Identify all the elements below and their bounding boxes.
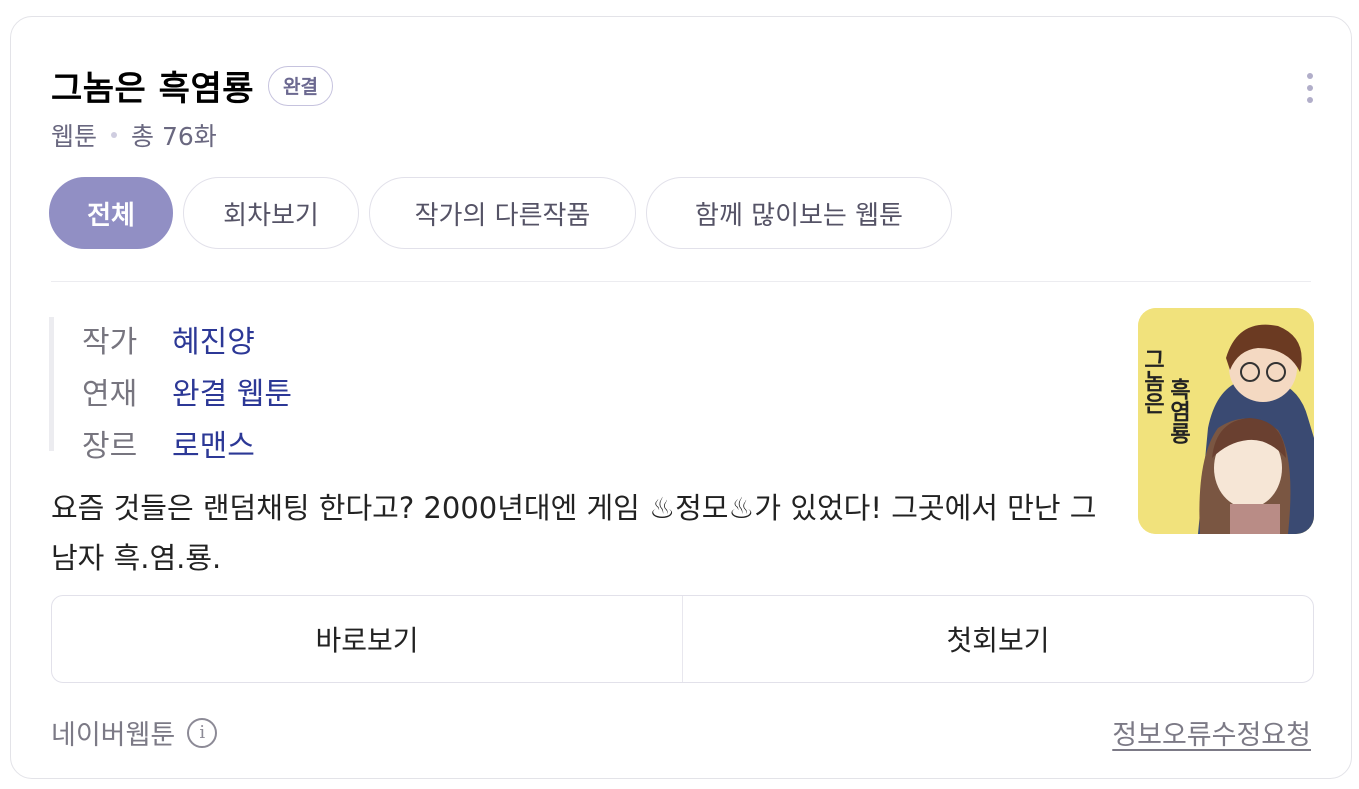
tab-also-viewed[interactable]: 함께 많이보는 웹툰 [646, 177, 952, 249]
divider [51, 281, 1311, 282]
info-label: 장르 [82, 429, 138, 464]
tab-episodes[interactable]: 회차보기 [183, 177, 359, 249]
report-error-link[interactable]: 정보오류수정요청 [1112, 713, 1311, 752]
title-row: 그놈은 흑염룡 완결 [51, 61, 333, 110]
source-name: 네이버웹툰 [51, 720, 176, 751]
first-episode-button[interactable]: 첫회보기 [682, 596, 1313, 682]
read-now-button[interactable]: 바로보기 [52, 596, 682, 682]
info-icon[interactable]: i [187, 717, 218, 748]
meta-separator [111, 132, 118, 138]
content-type: 웹툰 [51, 122, 98, 151]
episode-count: 총 76화 [131, 122, 217, 151]
page-title[interactable]: 그놈은 흑염룡 [51, 61, 254, 110]
source-label: 네이버웹툰 i [51, 713, 218, 752]
author-link[interactable]: 혜진양 [172, 317, 255, 361]
info-label: 작가 [82, 325, 138, 360]
more-options-icon[interactable] [1305, 73, 1315, 103]
genre-link[interactable]: 로맨스 [172, 421, 255, 465]
info-row-genre: 장르 로맨스 [82, 421, 255, 465]
cover-thumbnail[interactable]: 그놈은 흑염룡 [1138, 308, 1314, 534]
webtoon-card: 그놈은 흑염룡 완결 웹툰 총 76화 전체 회차보기 작가의 다른작품 함께 … [10, 16, 1352, 779]
synopsis: 요즘 것들은 랜덤채팅 한다고? 2000년대엔 게임 ♨정모♨가 있었다! 그… [51, 491, 1097, 575]
tab-all[interactable]: 전체 [49, 177, 173, 249]
serial-link[interactable]: 완결 웹툰 [172, 369, 292, 413]
status-badge: 완결 [268, 65, 333, 106]
tab-other-works[interactable]: 작가의 다른작품 [369, 177, 636, 249]
tab-bar: 전체 회차보기 작가의 다른작품 함께 많이보는 웹툰 [49, 177, 962, 249]
cover-illustration: 그놈은 흑염룡 [1138, 308, 1314, 534]
svg-text:그놈은: 그놈은 [1140, 348, 1165, 414]
info-block: 작가 혜진양 연재 완결 웹툰 장르 로맨스 [49, 317, 749, 464]
info-row-author: 작가 혜진양 [82, 317, 255, 361]
action-row: 바로보기 첫회보기 [51, 595, 1314, 683]
svg-text:흑염룡: 흑염룡 [1166, 378, 1191, 444]
info-label: 연재 [82, 377, 138, 412]
info-row-serial: 연재 완결 웹툰 [82, 369, 292, 413]
meta-row: 웹툰 총 76화 [51, 117, 217, 153]
